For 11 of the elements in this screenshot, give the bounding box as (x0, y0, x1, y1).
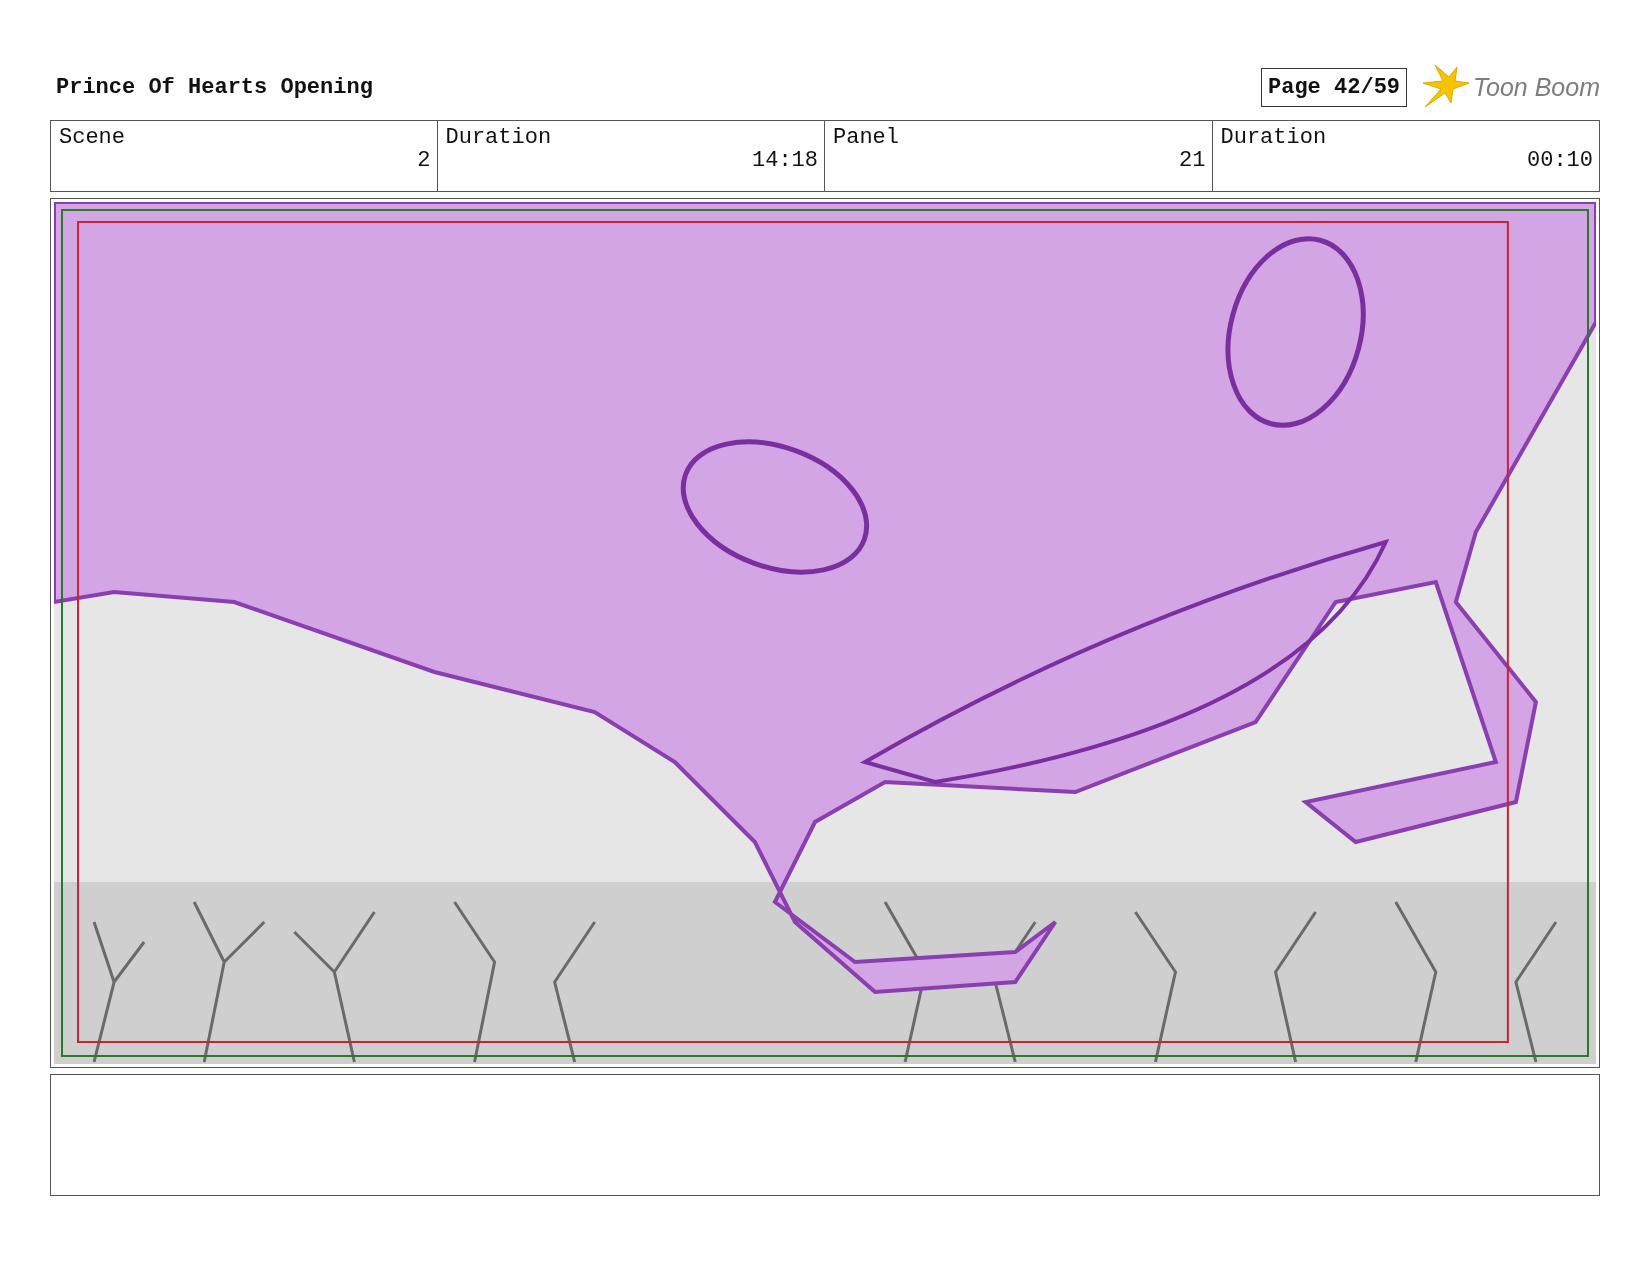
column-heading: Panel (833, 125, 900, 150)
cell-value: 21 (1179, 148, 1206, 173)
logo-text: Toon Boom (1473, 72, 1600, 102)
column-heading: Duration (1220, 125, 1328, 150)
page-number: Page 42/59 (1261, 67, 1408, 107)
cell-value: 14:18 (752, 148, 818, 173)
cell-value: 2 (417, 148, 431, 173)
column-heading: Scene (59, 125, 126, 150)
cell-value: 00:10 (1527, 148, 1593, 173)
column-heading: Duration (445, 125, 553, 150)
storyboard-title: Prince Of Hearts Opening (56, 74, 373, 100)
